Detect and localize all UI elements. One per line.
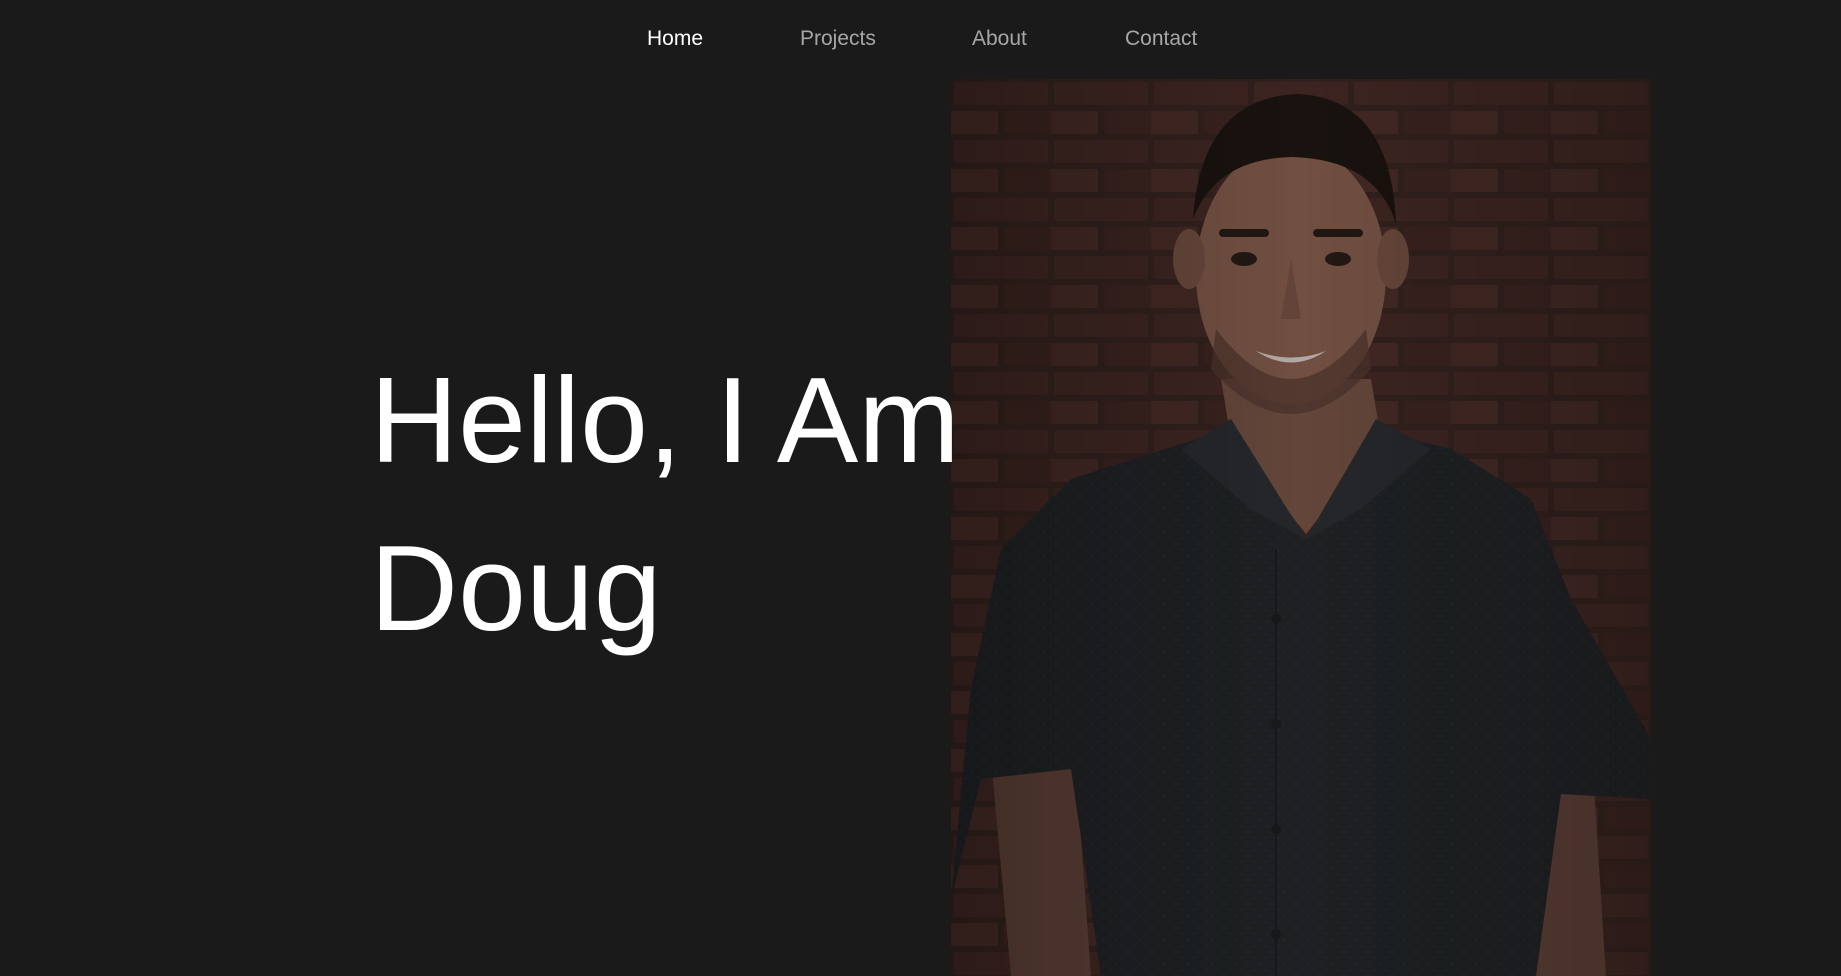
hero-heading-line-1: Hello, I Am (370, 352, 960, 488)
nav-link-about[interactable]: About (972, 26, 1027, 52)
portrait-photo (951, 79, 1651, 976)
page: Home Projects About Contact Hello, I Am … (0, 0, 1841, 976)
hero-heading-line-2: Doug (370, 520, 662, 656)
nav-link-projects[interactable]: Projects (800, 26, 876, 52)
hero-heading: Hello, I Am Doug (370, 336, 960, 672)
portrait-illustration (951, 79, 1651, 976)
nav-link-contact[interactable]: Contact (1125, 26, 1197, 52)
nav-link-home[interactable]: Home (647, 26, 703, 52)
top-nav: Home Projects About Contact (0, 0, 1841, 79)
